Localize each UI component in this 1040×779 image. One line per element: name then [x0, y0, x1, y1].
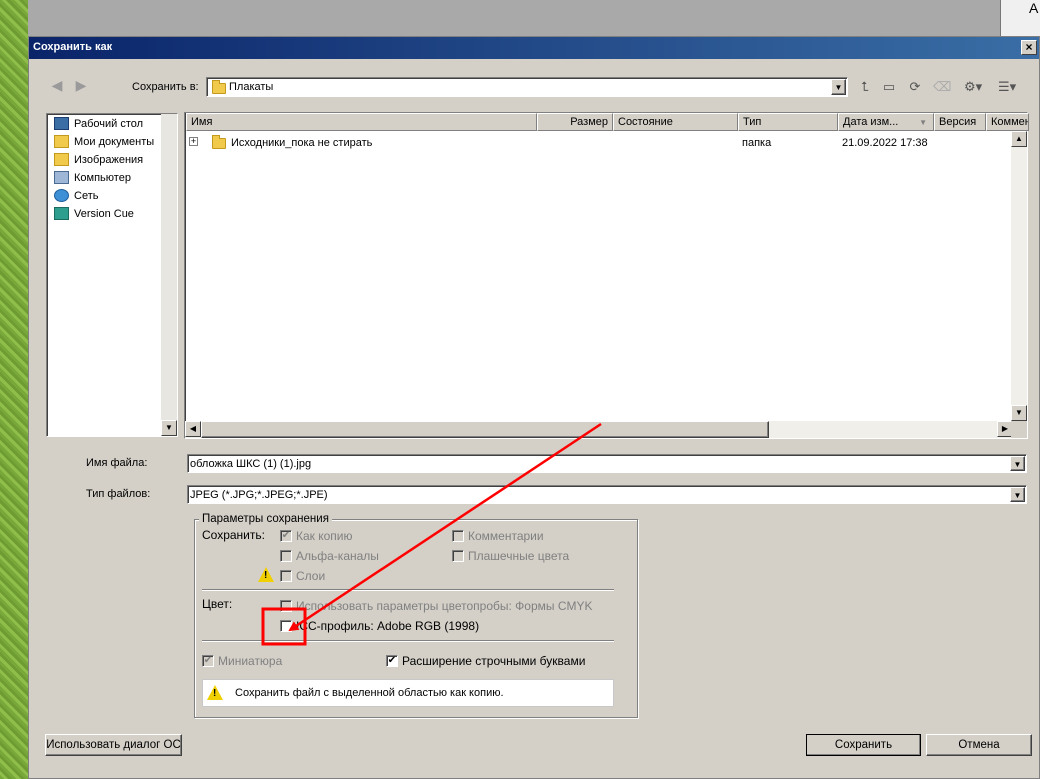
annotation-overlay: [261, 422, 602, 646]
annotation-arrow: [288, 422, 602, 632]
annotation-highlight-box: [261, 607, 307, 646]
